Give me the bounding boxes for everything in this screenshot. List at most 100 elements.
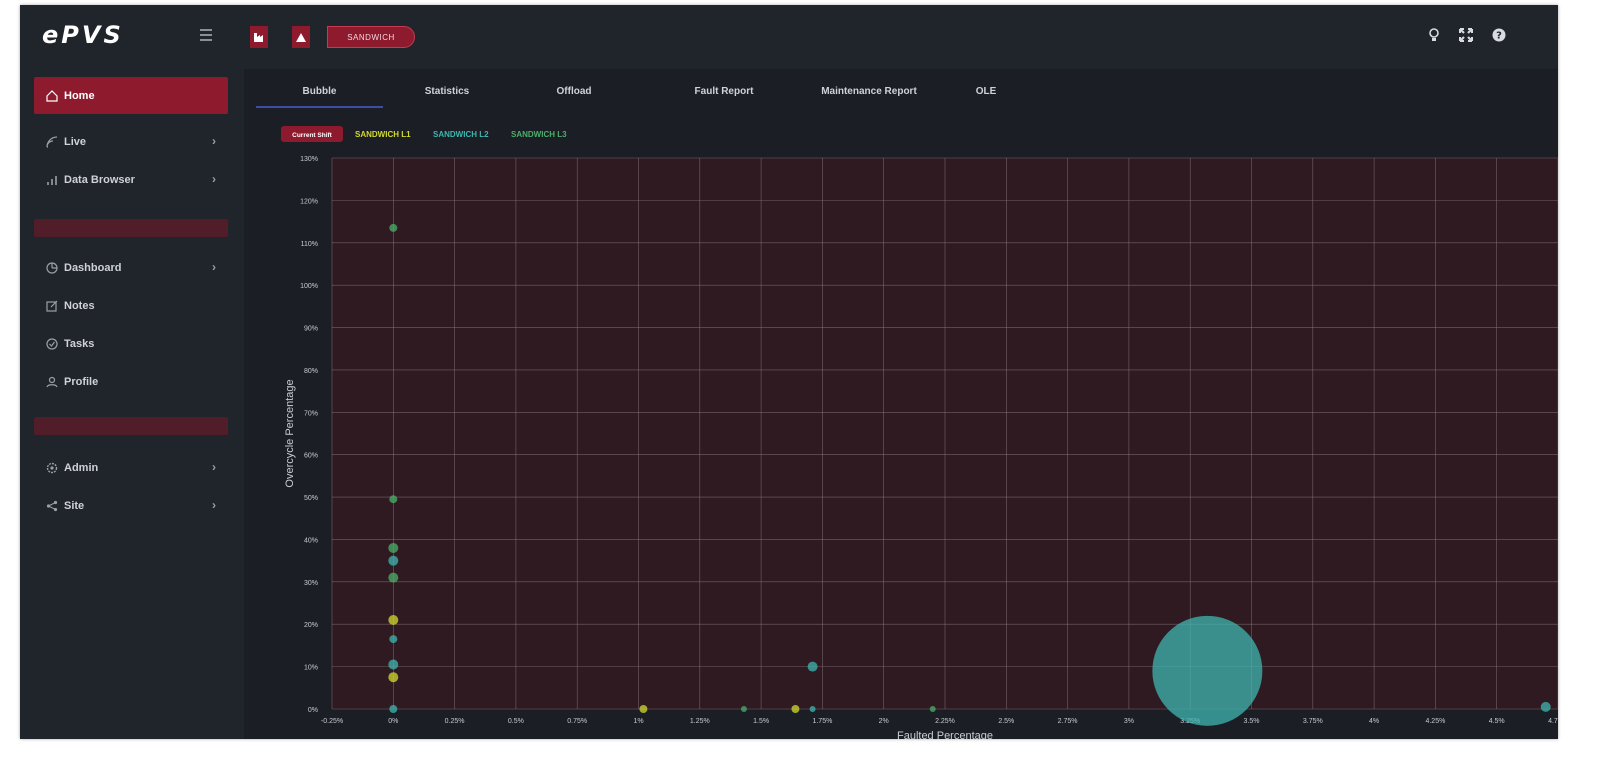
data-point[interactable] — [388, 555, 399, 566]
data-point[interactable] — [1152, 615, 1263, 726]
data-point[interactable] — [389, 635, 398, 644]
sidebar-divider — [34, 219, 228, 237]
legend-item[interactable]: SANDWICH L2 — [433, 130, 489, 139]
site-selector[interactable]: SANDWICH — [327, 26, 415, 48]
home-icon — [45, 89, 59, 103]
sidebar-item-tasks[interactable]: Tasks — [34, 325, 228, 362]
x-tick-label: 2.75% — [1058, 718, 1078, 725]
admin-icon — [45, 461, 59, 475]
sidebar-item-data-browser[interactable]: Data Browser › — [34, 161, 228, 198]
x-tick-label: 1.75% — [812, 718, 832, 725]
x-tick-label: 0% — [388, 718, 398, 725]
data-point[interactable] — [389, 705, 398, 713]
x-tick-label: 3% — [1124, 718, 1134, 725]
legend-item[interactable]: SANDWICH L3 — [511, 130, 567, 139]
sidebar-item-home[interactable]: Home — [34, 77, 228, 114]
sidebar-item-label: Home — [64, 89, 95, 102]
data-point[interactable] — [389, 495, 398, 504]
data-point[interactable] — [807, 661, 818, 672]
x-tick-label: 2.5% — [998, 718, 1014, 725]
share-icon — [45, 499, 59, 513]
y-tick-label: 60% — [304, 453, 318, 460]
menu-toggle-icon[interactable] — [200, 29, 212, 43]
main-content: Bubble Statistics Offload Fault Report M… — [244, 69, 1558, 739]
y-tick-label: 120% — [300, 198, 318, 205]
y-tick-label: 100% — [300, 283, 318, 290]
current-shift-label[interactable]: Current Shift — [292, 132, 333, 139]
data-point[interactable] — [388, 572, 399, 583]
y-tick-label: 30% — [304, 580, 318, 587]
sidebar-item-label: Admin — [64, 461, 99, 474]
x-tick-label: 2% — [879, 718, 889, 725]
x-tick-label: 0.5% — [508, 718, 524, 725]
notes-icon — [45, 299, 59, 313]
data-point[interactable] — [791, 705, 800, 713]
svg-text:?: ? — [1496, 31, 1502, 42]
dashboard-icon — [45, 261, 59, 275]
help-icon[interactable]: ? — [1489, 25, 1509, 45]
y-tick-label: 70% — [304, 410, 318, 417]
sidebar-item-dashboard[interactable]: Dashboard › — [34, 249, 228, 286]
x-tick-label: 4.75% — [1548, 718, 1558, 725]
x-tick-label: 4% — [1369, 718, 1379, 725]
x-tick-label: -0.25% — [321, 718, 343, 725]
fullscreen-icon[interactable] — [1456, 25, 1476, 45]
sidebar-item-label: Tasks — [64, 337, 95, 350]
sidebar-item-label: Profile — [64, 375, 99, 388]
top-bar: ePVS SANDWICH ? — [20, 5, 1558, 69]
x-axis-label: Faulted Percentage — [897, 730, 993, 739]
profile-icon — [45, 375, 59, 389]
data-point[interactable] — [388, 672, 399, 683]
y-tick-label: 90% — [304, 326, 318, 333]
sidebar-item-site[interactable]: Site › — [34, 487, 228, 524]
x-tick-label: 2.25% — [935, 718, 955, 725]
legend-item[interactable]: SANDWICH L1 — [355, 130, 411, 139]
data-point[interactable] — [388, 659, 399, 670]
sidebar-item-notes[interactable]: Notes — [34, 287, 228, 324]
sidebar-item-label: Live — [64, 135, 87, 148]
live-icon — [45, 135, 59, 149]
y-axis-label: Overcycle Percentage — [284, 379, 296, 487]
x-tick-label: 1.5% — [753, 718, 769, 725]
x-tick-label: 3.5% — [1244, 718, 1260, 725]
sidebar-item-live[interactable]: Live › — [34, 123, 228, 160]
data-point[interactable] — [929, 706, 936, 712]
chevron-right-icon: › — [212, 172, 216, 186]
tasks-icon — [45, 337, 59, 351]
chevron-right-icon: › — [212, 134, 216, 148]
x-tick-label: 4.5% — [1489, 718, 1505, 725]
bar-chart-icon — [45, 173, 59, 187]
sidebar-item-profile[interactable]: Profile — [34, 363, 228, 400]
sidebar: Home Live › Data Browser › Dashboard › N… — [20, 69, 244, 739]
sidebar-item-label: Data Browser — [64, 173, 135, 186]
factory-icon[interactable] — [250, 26, 268, 48]
sidebar-divider — [34, 417, 228, 435]
y-tick-label: 0% — [308, 707, 318, 714]
app-logo: ePVS — [42, 21, 124, 49]
y-tick-label: 50% — [304, 495, 318, 502]
chevron-right-icon: › — [212, 460, 216, 474]
sidebar-item-label: Site — [64, 499, 85, 512]
x-tick-label: 3.75% — [1303, 718, 1323, 725]
x-tick-label: 1% — [633, 718, 643, 725]
x-tick-label: 4.25% — [1425, 718, 1445, 725]
data-point[interactable] — [809, 706, 816, 712]
y-tick-label: 110% — [301, 241, 318, 248]
warning-icon[interactable] — [292, 26, 310, 48]
y-tick-label: 80% — [304, 368, 318, 375]
data-point[interactable] — [740, 706, 747, 712]
data-point[interactable] — [388, 542, 399, 553]
data-point[interactable] — [389, 223, 398, 232]
sidebar-item-admin[interactable]: Admin › — [34, 449, 228, 486]
data-point[interactable] — [1540, 701, 1551, 712]
lightbulb-icon[interactable] — [1424, 25, 1444, 45]
data-point[interactable] — [639, 705, 648, 713]
data-point[interactable] — [388, 614, 399, 625]
chevron-right-icon: › — [212, 498, 216, 512]
x-tick-label: 1.25% — [690, 718, 710, 725]
sidebar-item-label: Notes — [64, 299, 95, 312]
y-tick-label: 130% — [300, 156, 318, 163]
y-tick-label: 10% — [304, 665, 318, 672]
x-tick-label: 0.25% — [445, 718, 465, 725]
sidebar-item-label: Dashboard — [64, 261, 122, 274]
